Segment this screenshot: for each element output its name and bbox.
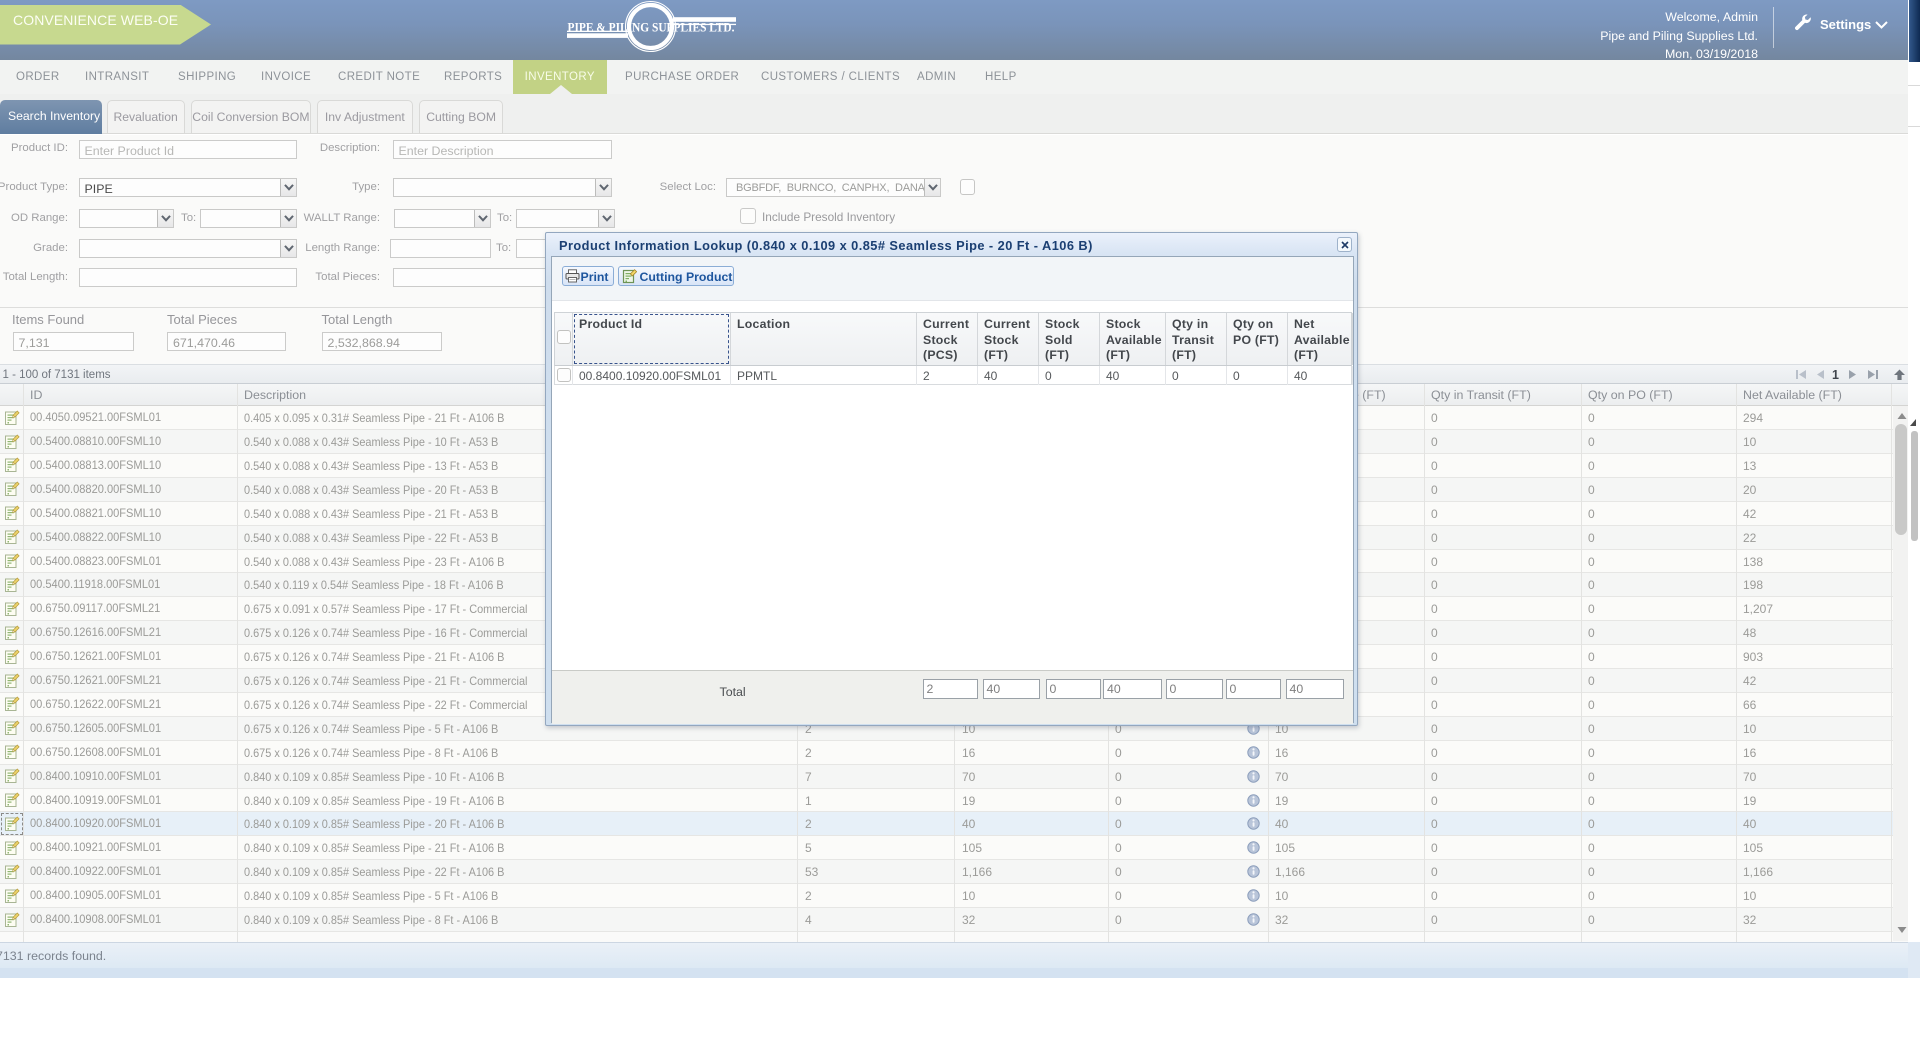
svg-text:PIPE & PILING SUPPLIES LTD.: PIPE & PILING SUPPLIES LTD.: [568, 21, 735, 35]
